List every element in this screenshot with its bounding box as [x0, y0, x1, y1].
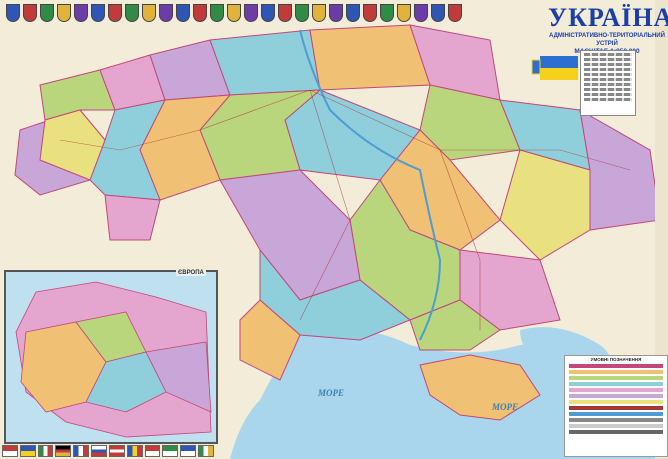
europe-inset-canvas [15, 281, 212, 438]
table-row [584, 68, 632, 71]
crest-icon [227, 4, 241, 22]
table-row [584, 78, 632, 81]
crest-icon [40, 4, 54, 22]
ukraine-map: УКРАЇНА АДМІНІСТРАТИВНО-ТЕРИТОРІАЛЬНИЙ У… [0, 0, 668, 459]
crest-icon [193, 4, 207, 22]
table-row [584, 98, 632, 101]
country-flags-row [2, 445, 214, 457]
flag-icon [73, 445, 90, 457]
table-row [584, 88, 632, 91]
legend-row [569, 406, 663, 410]
crest-icon [142, 4, 156, 22]
flag-icon [180, 445, 197, 457]
sea-label: МОРЕ [492, 402, 519, 412]
legend-row [569, 430, 663, 434]
legend-row [569, 394, 663, 398]
legend-row [569, 376, 663, 380]
crest-icon [346, 4, 360, 22]
table-row [584, 63, 632, 66]
flag-icon [162, 445, 179, 457]
flag-icon [37, 445, 54, 457]
crest-icon [244, 4, 258, 22]
sea-label: МОРЕ [318, 388, 345, 398]
crest-icon [397, 4, 411, 22]
crest-icon [414, 4, 428, 22]
ukraine-flag-icon [531, 56, 578, 80]
region-chernihiv [309, 24, 431, 91]
crest-icon [380, 4, 394, 22]
crest-icon [363, 4, 377, 22]
europe-inset-map [4, 270, 218, 444]
crest-icon [431, 4, 445, 22]
crest-icon [210, 4, 224, 22]
flag-icon [91, 445, 107, 457]
table-row [584, 58, 632, 61]
legend-row [569, 418, 663, 422]
flag-icon [144, 445, 161, 457]
region-chernivtsi [104, 194, 161, 241]
flag-icon [126, 445, 143, 457]
crest-icon [159, 4, 173, 22]
table-row [584, 83, 632, 86]
legend-row [569, 424, 663, 428]
flag-icon [2, 445, 18, 457]
map-legend: УМОВНІ ПОЗНАЧЕННЯ [564, 355, 668, 457]
map-title-block: УКРАЇНА АДМІНІСТРАТИВНО-ТЕРИТОРІАЛЬНИЙ У… [548, 3, 668, 56]
crest-icon [74, 4, 88, 22]
table-row [584, 53, 632, 56]
legend-row [569, 388, 663, 392]
crest-icon [261, 4, 275, 22]
map-subtitle: АДМІНІСТРАТИВНО-ТЕРИТОРІАЛЬНИЙ УСТРІЙ [549, 33, 665, 47]
flag-icon [55, 445, 72, 457]
crest-icon [295, 4, 309, 22]
crest-icon [125, 4, 139, 22]
table-row [584, 73, 632, 76]
map-title: УКРАЇНА [548, 3, 668, 32]
crest-icon [57, 4, 71, 22]
crest-icon [278, 4, 292, 22]
legend-row [569, 412, 663, 416]
legend-row [569, 382, 663, 386]
crest-icon [108, 4, 122, 22]
legend-title: УМОВНІ ПОЗНАЧЕННЯ [590, 357, 642, 362]
legend-row [569, 364, 663, 368]
flag-icon [108, 445, 125, 457]
crest-icon [329, 4, 343, 22]
legend-row [569, 370, 663, 374]
flag-icon [19, 445, 36, 457]
crest-icon [23, 4, 37, 22]
crest-icon [91, 4, 105, 22]
crest-icon [448, 4, 462, 22]
inset-title: ЄВРОПА [176, 270, 206, 276]
crest-icon [312, 4, 326, 22]
crest-icon [176, 4, 190, 22]
crest-icon [6, 4, 20, 22]
legend-row [569, 400, 663, 404]
flag-icon [198, 445, 214, 457]
table-row [584, 93, 632, 96]
regional-crests-row [6, 4, 544, 26]
oblast-table [580, 50, 636, 116]
